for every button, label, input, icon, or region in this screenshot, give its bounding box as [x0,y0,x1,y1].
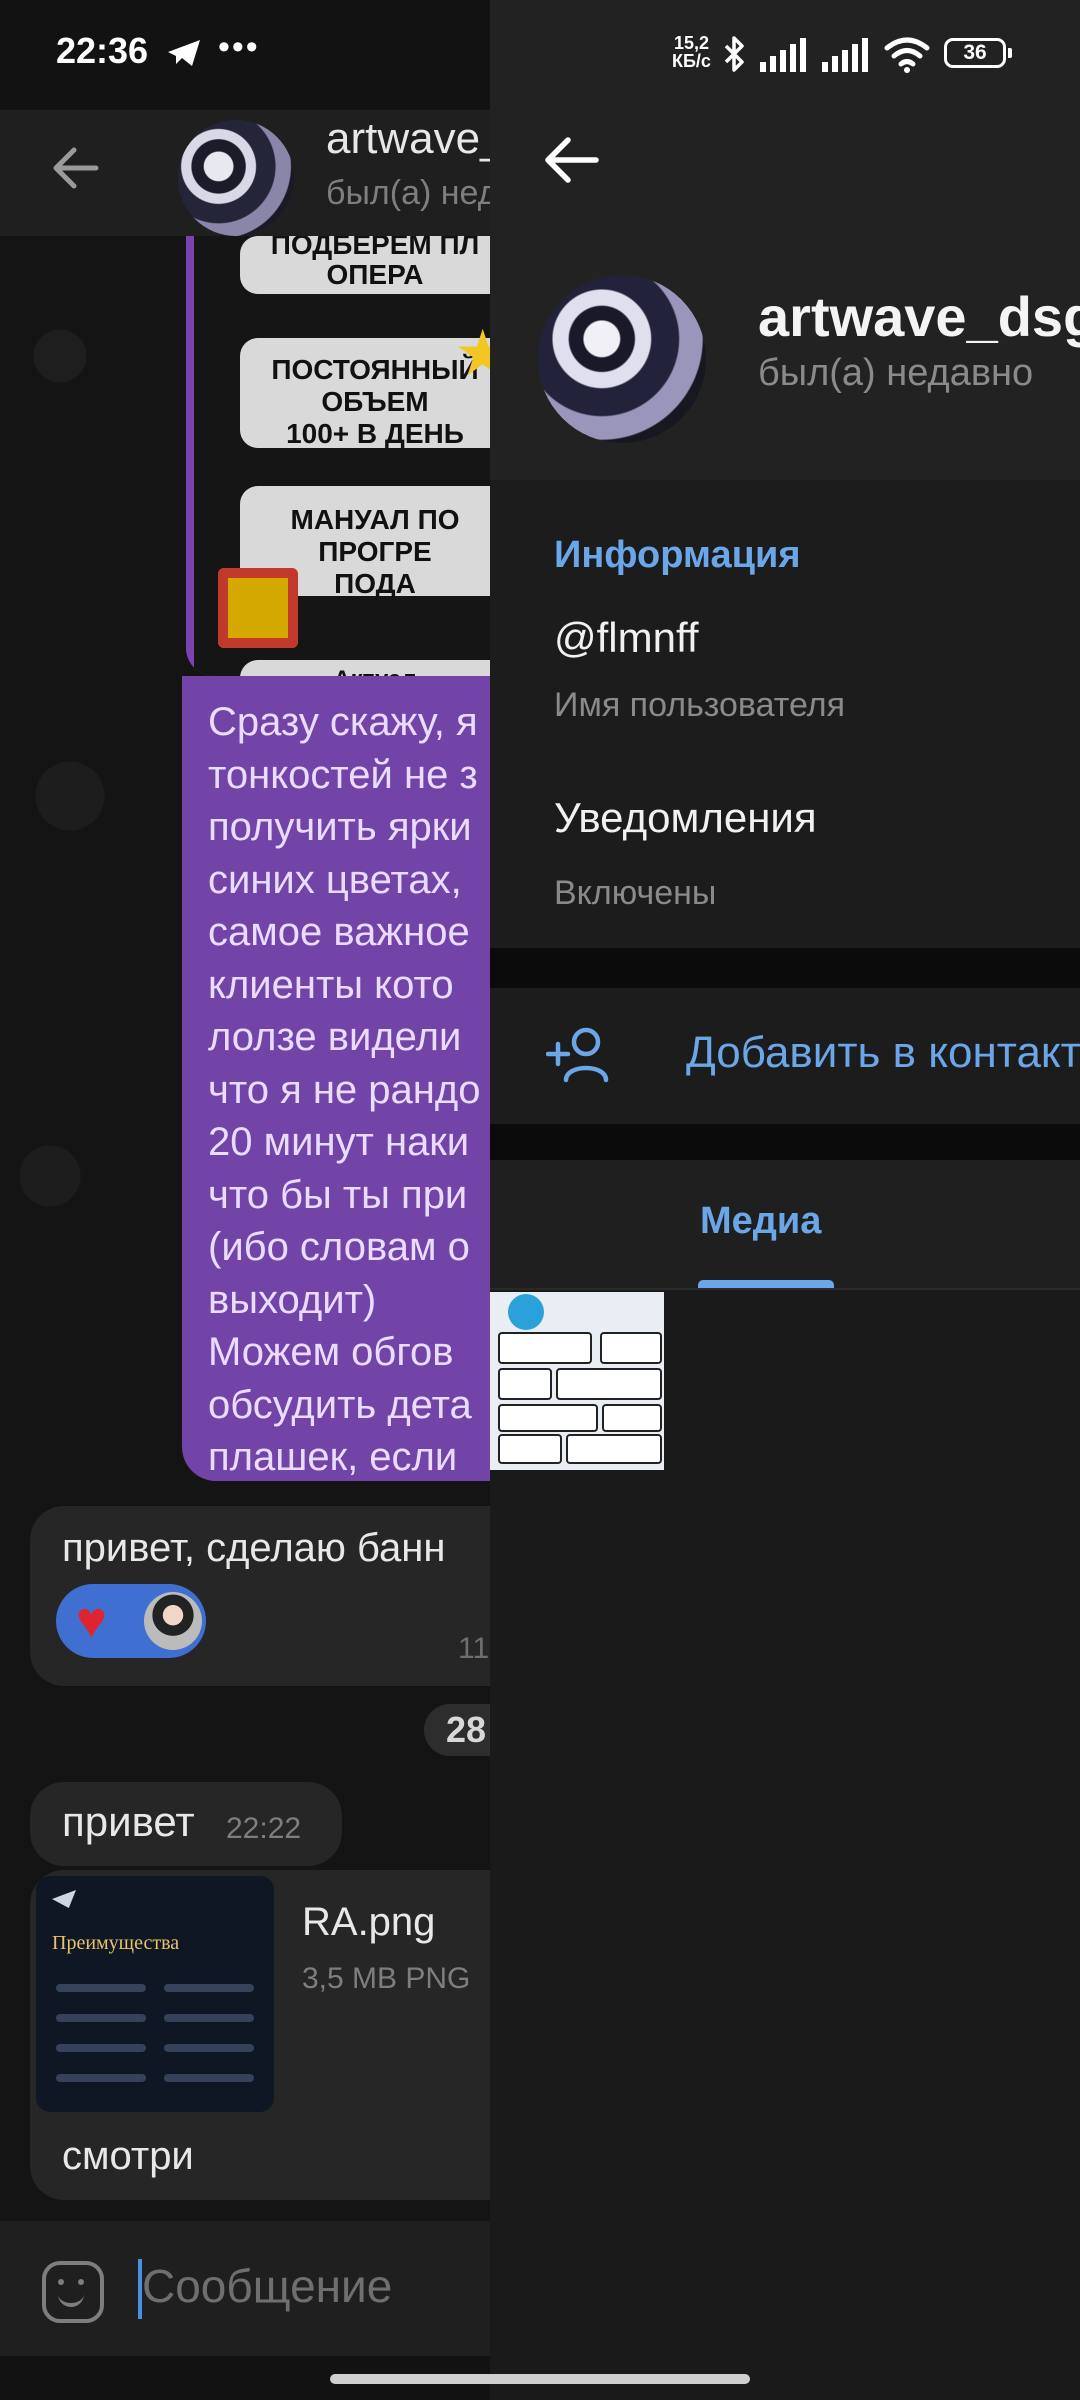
add-contact-row[interactable]: Добавить в контакт [490,988,1080,1124]
chat-header: artwave_dsgn был(а) недавно [0,110,490,236]
promo-image: ПОДБЕРЕМ ПЛ ОПЕРА ПОСТОЯННЫЙ ОБЪЕМ 100+ … [194,236,490,676]
chat-screen: artwave_dsgn был(а) недавно ПОДБЕРЕМ ПЛ … [0,0,490,2400]
media-thumbnail[interactable] [490,1292,664,1470]
thumb-block [556,1368,662,1400]
thumbnail-row [164,2074,254,2082]
info-section-title: Информация [554,534,801,576]
thumbnail-row [56,2044,146,2052]
wifi-icon [884,37,930,73]
file-thumbnail[interactable]: Преимущества [36,1876,274,2112]
message-input-bar: Сообщение [0,2221,490,2356]
thumbnail-row [56,2014,146,2022]
emoji-sticker-icon[interactable] [42,2261,104,2323]
message-input[interactable]: Сообщение [142,2259,392,2313]
thumb-block [566,1434,662,1464]
thumbnail-title: Преимущества [52,1932,180,1954]
chat-avatar[interactable] [178,120,294,236]
thumb-block [602,1404,662,1432]
more-dots-icon: ••• [218,28,260,66]
heart-icon: ♥ [76,1592,107,1650]
signal-icon [822,38,868,72]
date-chip: 28 [424,1704,490,1756]
thumb-block [498,1332,592,1364]
send-glyph-icon [52,1890,76,1908]
star-icon: ★ [454,317,490,389]
file-meta: 3,5 MB PNG [302,1962,471,1995]
username-label: Имя пользователя [554,686,845,724]
thumb-block [498,1434,562,1464]
greeting-time: 22:22 [226,1812,302,1845]
tab-underline [490,1288,1080,1290]
promo-pill-4: Актуал [240,660,490,676]
media-grid-empty-area [490,1470,1080,2370]
notifications-value: Включены [554,874,717,912]
reply-message-time: 11 [458,1632,490,1665]
incoming-message-greeting[interactable]: привет 22:22 [30,1782,342,1866]
status-time: 22:36 [56,30,149,71]
battery-tip [1008,48,1012,58]
telegram-icon [168,40,200,66]
thumbnail-row [56,1984,146,1992]
promo-pill-1: ПОДБЕРЕМ ПЛ ОПЕРА [240,236,490,294]
network-speed: 15,2 КБ/с [672,34,711,70]
profile-avatar[interactable] [538,275,706,443]
promo-pill-2: ПОСТОЯННЫЙ ОБЪЕМ 100+ В ДЕНЬ [240,338,490,449]
thumbnail-row [164,1984,254,1992]
section-divider [490,1124,1080,1160]
notifications-title[interactable]: Уведомления [554,794,817,842]
greeting-text: привет [62,1798,195,1845]
battery-level: 36 [963,41,987,64]
home-indicator[interactable] [330,2374,750,2384]
chat-last-seen: был(а) недавно [326,174,490,212]
add-contact-label: Добавить в контакт [686,1028,1080,1077]
signal-icon [760,38,806,72]
file-name[interactable]: RA.png [302,1900,435,1945]
outgoing-message-text: Сразу скажу, я тонкостей не з получить я… [208,700,481,1479]
gift-icon [218,568,298,648]
profile-last-seen: был(а) недавно [758,352,1034,394]
network-speed-unit: КБ/с [672,51,711,71]
thumb-block [498,1368,552,1400]
thumbnail-row [56,2074,146,2082]
section-divider [490,948,1080,988]
thumbnail-row [164,2014,254,2022]
reaction-bar[interactable]: ♥ [56,1584,206,1658]
back-arrow-icon[interactable] [44,136,108,200]
network-speed-value: 15,2 [673,33,709,53]
chat-title[interactable]: artwave_dsgn [326,114,490,164]
back-arrow-icon[interactable] [538,130,602,190]
info-section: Информация @flmnff Имя пользователя Увед… [490,480,1080,948]
username-value[interactable]: @flmnff [554,614,699,662]
add-person-icon [546,1027,609,1083]
file-caption: смотри [62,2134,194,2178]
promo-image-bubble[interactable]: ПОДБЕРЕМ ПЛ ОПЕРА ПОСТОЯННЫЙ ОБЪЕМ 100+ … [186,236,490,676]
thumbnail-row [164,2044,254,2052]
outgoing-message[interactable]: Сразу скажу, я тонкостей не з получить я… [182,676,490,1481]
telegram-icon [508,1294,544,1330]
thumb-block [498,1404,598,1432]
media-tabs: Медиа [490,1160,1080,1290]
battery-icon: 36 [944,38,1012,68]
reaction-avatar [144,1592,202,1650]
reply-message-text: привет, сделаю банн [62,1526,446,1570]
profile-name: artwave_dsgn [758,285,1080,348]
bluetooth-icon [724,36,744,72]
profile-panel: artwave_dsgn был(а) недавно Информация @… [490,0,1080,2400]
status-bar: 22:36 ••• 15,2 КБ/с 36 [0,0,1080,110]
tab-media[interactable]: Медиа [700,1200,821,1243]
thumb-block [600,1332,662,1364]
